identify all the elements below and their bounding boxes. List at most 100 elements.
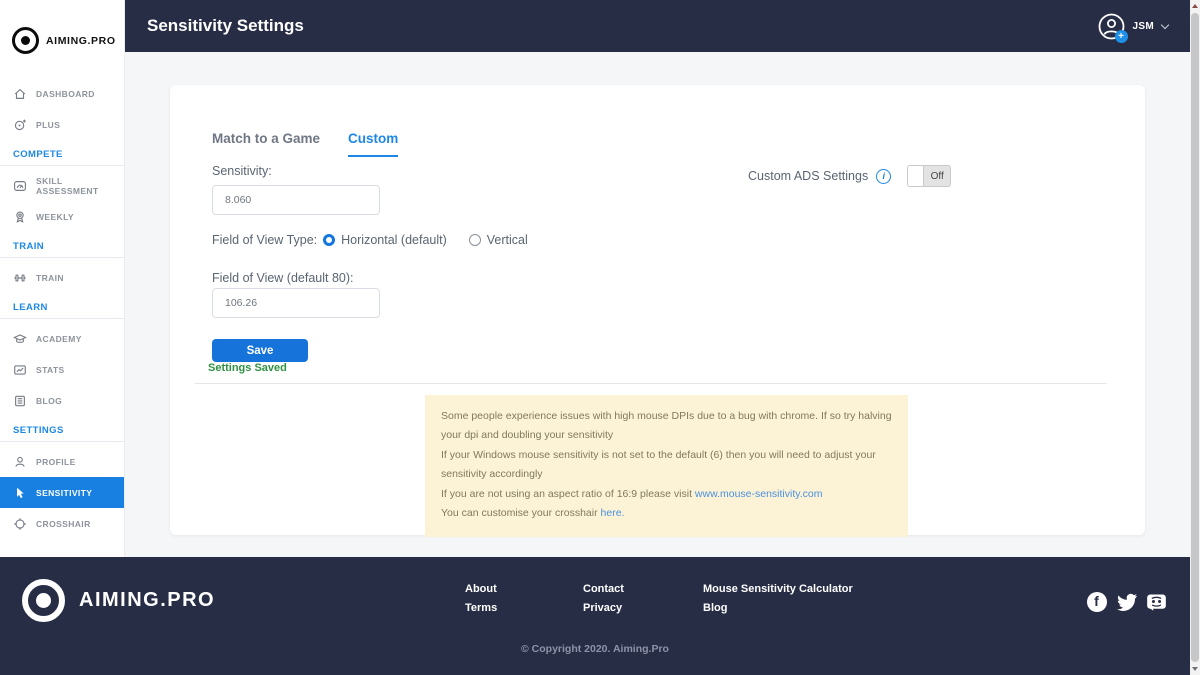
footer-link-contact[interactable]: Contact [583,583,624,595]
tab-custom[interactable]: Custom [348,131,398,157]
sidebar-section-learn: LEARN [0,293,124,319]
sensitivity-input[interactable] [212,185,380,215]
social-icons: f [1086,591,1167,612]
avatar-plus-badge: + [1115,30,1128,43]
bullseye-logo-icon [22,579,65,622]
fov-label: Field of View (default 80): [212,271,354,285]
book-icon [13,394,27,408]
radio-horizontal[interactable] [323,234,335,246]
sidebar-item-sensitivity[interactable]: SENSITIVITY [0,477,124,508]
discord-icon[interactable] [1146,591,1167,612]
dumbbell-icon [13,271,27,285]
facebook-icon[interactable]: f [1086,591,1107,612]
sidebar-item-label: CROSSHAIR [36,519,91,529]
save-button[interactable]: Save [212,339,308,362]
sidebar-item-label: TRAIN [36,273,64,283]
sidebar-item-label: DASHBOARD [36,89,95,99]
sensitivity-label: Sensitivity: [212,164,272,178]
cursor-icon [13,486,27,500]
sidebar-item-stats[interactable]: STATS [0,354,124,385]
ads-settings-label: Custom ADS Settings [748,169,868,183]
footer-brand-logo[interactable]: AIMING.PRO [22,579,215,622]
avatar[interactable]: + [1098,13,1125,40]
sidebar-item-label: ACADEMY [36,334,82,344]
tab-match-to-a-game[interactable]: Match to a Game [212,131,320,157]
sidebar-item-skill-assessment[interactable]: SKILL ASSESSMENT [0,170,124,201]
footer-link-privacy[interactable]: Privacy [583,602,624,614]
sidebar-section-compete: COMPETE [0,140,124,166]
sidebar-item-plus[interactable]: PLUS [0,109,124,140]
gauge-icon [13,179,27,193]
sidebar-item-dashboard[interactable]: DASHBOARD [0,78,124,109]
sidebar-item-label: PROFILE [36,457,76,467]
divider [195,383,1107,384]
username: JSM [1133,21,1154,32]
info-icon[interactable]: i [876,169,891,184]
ads-toggle[interactable]: Off [907,165,951,187]
footer-links-col1: About Terms [465,583,497,614]
chevron-down-icon [1161,20,1169,28]
medal-icon [13,210,27,224]
notice-line: Some people experience issues with high … [441,407,892,446]
footer-brand-name: AIMING.PRO [79,589,215,612]
footer-links-col3: Mouse Sensitivity Calculator Blog [703,583,853,614]
footer-links-col2: Contact Privacy [583,583,624,614]
notice-line: You can customise your crosshair here. [441,504,892,523]
footer-link-terms[interactable]: Terms [465,602,497,614]
footer-link-mouse-sensitivity-calculator[interactable]: Mouse Sensitivity Calculator [703,583,853,595]
crosshair-icon [13,517,27,531]
sidebar-item-train[interactable]: TRAIN [0,262,124,293]
bullseye-logo-icon [12,27,39,54]
notice-line: If your Windows mouse sensitivity is not… [441,446,892,485]
graduation-cap-icon [13,332,27,346]
sidebar-item-weekly[interactable]: WEEKLY [0,201,124,232]
target-plus-icon [13,118,27,132]
twitter-icon[interactable] [1116,591,1137,612]
fov-input[interactable] [212,288,380,318]
footer-link-about[interactable]: About [465,583,497,595]
user-menu[interactable]: + JSM [1098,13,1168,40]
sidebar-item-academy[interactable]: ACADEMY [0,323,124,354]
sidebar-item-blog[interactable]: BLOG [0,385,124,416]
settings-card: Match to a Game Custom Sensitivity: Cust… [170,85,1145,535]
notice-line: If you are not using an aspect ratio of … [441,485,892,504]
home-icon [13,87,27,101]
settings-saved-message: Settings Saved [208,362,287,374]
scrollbar-down-arrow[interactable] [1190,663,1200,675]
sidebar-section-train: TRAIN [0,232,124,258]
notice-box: Some people experience issues with high … [425,395,908,537]
sidebar-item-label: BLOG [36,396,62,406]
sidebar-item-label: WEEKLY [36,212,74,222]
fov-type-label: Field of View Type: [212,233,317,247]
tab-bar: Match to a Game Custom [212,131,398,157]
crosshair-here-link[interactable]: here. [601,507,625,519]
footer: AIMING.PRO About Terms Contact Privacy M… [0,557,1190,675]
mouse-sensitivity-link[interactable]: www.mouse-sensitivity.com [695,488,823,500]
page-scrollbar[interactable] [1190,0,1200,675]
page-title: Sensitivity Settings [147,16,1098,36]
scrollbar-thumb[interactable] [1191,13,1199,662]
sidebar-item-label: SENSITIVITY [36,488,92,498]
scrollbar-up-arrow[interactable] [1190,0,1200,12]
sidebar-item-crosshair[interactable]: CROSSHAIR [0,508,124,539]
sidebar-item-label: SKILL ASSESSMENT [36,176,116,196]
brand-name: AIMING.PRO [46,35,116,47]
app-root: Sensitivity Settings + JSM AIMING.PRO [0,0,1200,675]
radio-vertical-label: Vertical [487,233,528,247]
sidebar-item-label: STATS [36,365,65,375]
sidebar-section-settings: SETTINGS [0,416,124,442]
line-chart-icon [13,363,27,377]
sidebar-item-label: PLUS [36,120,60,130]
copyright-text: © Copyright 2020. Aiming.Pro [0,643,1190,655]
sidebar: AIMING.PRO DASHBOARD PLUS COMPETE SKILL … [0,0,125,557]
ads-settings-row: Custom ADS Settings i Off [748,165,951,187]
brand-logo[interactable]: AIMING.PRO [0,0,124,78]
footer-link-blog[interactable]: Blog [703,602,853,614]
sidebar-item-profile[interactable]: PROFILE [0,446,124,477]
toggle-knob [908,166,924,186]
toggle-state-label: Off [924,171,950,182]
radio-horizontal-label: Horizontal (default) [341,233,447,247]
main-content: Match to a Game Custom Sensitivity: Cust… [125,52,1190,557]
fov-type-row: Field of View Type: Horizontal (default)… [212,233,528,247]
radio-vertical[interactable] [469,234,481,246]
